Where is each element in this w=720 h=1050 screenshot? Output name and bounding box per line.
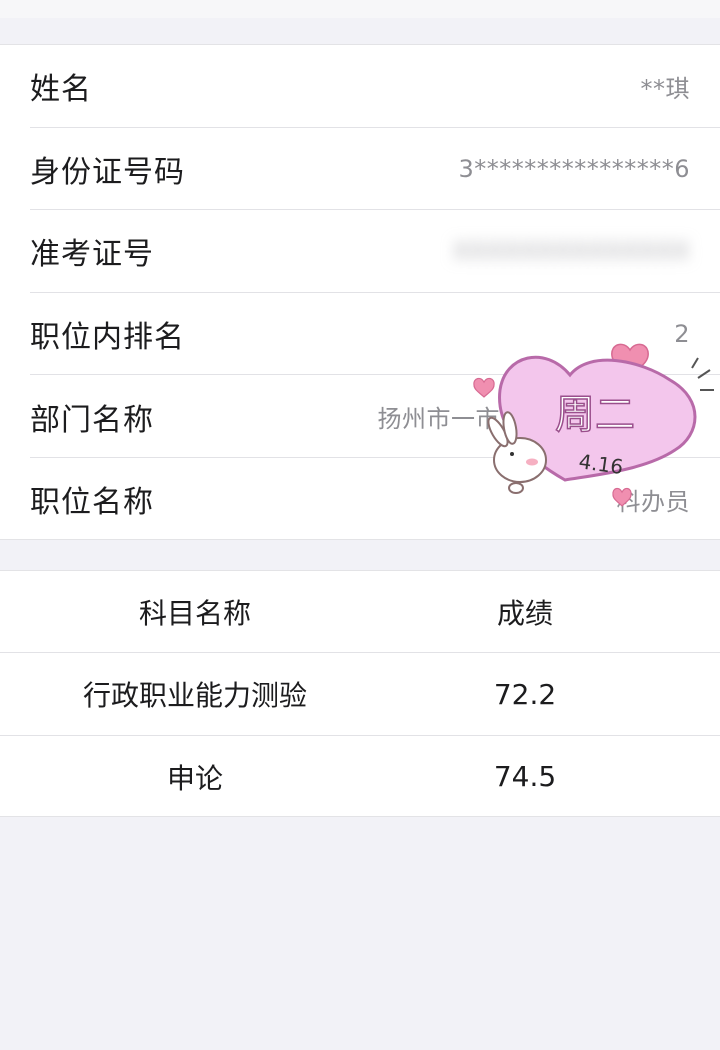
department-label: 部门名称	[30, 402, 154, 438]
name-label: 姓名	[30, 72, 92, 108]
admission-ticket-value: XXXXXXXXXXXXXX	[452, 237, 690, 266]
name-value: **琪	[640, 74, 690, 103]
table-row: 行政职业能力测验 72.2	[0, 653, 720, 736]
rank-label: 职位内排名	[30, 320, 185, 356]
subject-column-header: 科目名称	[138, 597, 251, 631]
score-table-header: 科目名称 成绩	[0, 571, 720, 654]
id-number-label: 身份证号码	[30, 154, 185, 190]
info-row-id-number: 身份证号码 3****************6	[0, 128, 720, 211]
info-row-department: 部门名称 扬州市一市	[0, 375, 720, 458]
info-row-admission-ticket: 准考证号 XXXXXXXXXXXXXX	[0, 210, 720, 293]
info-row-position: 职位名称 科办员	[0, 458, 720, 541]
top-strip	[0, 0, 720, 18]
subject-name: 行政职业能力测验	[82, 679, 307, 713]
score-column-header: 成绩	[496, 597, 553, 631]
score-query-page: 姓名 **琪 身份证号码 3****************6 准考证号 XXX…	[0, 0, 720, 1050]
position-label: 职位名称	[30, 485, 154, 521]
candidate-info-card: 姓名 **琪 身份证号码 3****************6 准考证号 XXX…	[0, 44, 720, 540]
info-row-name: 姓名 **琪	[0, 45, 720, 128]
department-value: 扬州市一市	[377, 405, 500, 434]
subject-score: 74.5	[493, 760, 557, 794]
score-table: 科目名称 成绩 行政职业能力测验 72.2 申论 74.5	[0, 570, 720, 817]
rank-value: 2	[674, 320, 690, 349]
info-row-rank: 职位内排名 2	[0, 293, 720, 376]
admission-ticket-label: 准考证号	[30, 237, 154, 273]
subject-name: 申论	[166, 761, 223, 795]
table-row: 申论 74.5	[0, 736, 720, 818]
subject-score: 72.2	[493, 677, 557, 711]
position-value: 科办员	[616, 487, 690, 516]
id-number-value: 3****************6	[458, 154, 690, 183]
